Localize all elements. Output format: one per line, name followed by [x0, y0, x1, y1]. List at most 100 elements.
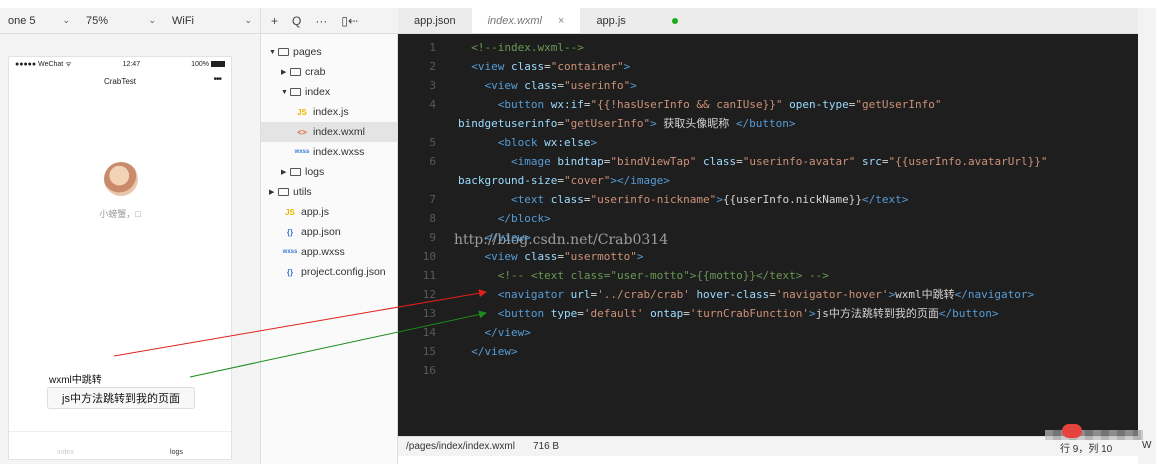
zoom-select-label: 75%: [86, 14, 109, 27]
tree-item[interactable]: wxss app.wxss: [261, 242, 397, 262]
battery-indicator: 100%: [191, 61, 225, 68]
tree-item[interactable]: ▶ logs: [261, 162, 397, 182]
simulator-toolbar: one 5 ⌄ 75% ⌄ WiFi ⌄: [0, 8, 260, 34]
js-jump-button[interactable]: js中方法跳转到我的页面: [47, 387, 195, 409]
tree-item[interactable]: JS index.js: [261, 102, 397, 122]
code-line: 7 <text class="userinfo-nickname">{{user…: [398, 190, 1138, 209]
tree-item-label: crab: [305, 66, 326, 78]
device-select[interactable]: one 5 ⌄: [0, 8, 78, 33]
code-text: <block wx:else>: [458, 136, 598, 149]
tab-logs[interactable]: logs: [170, 449, 183, 456]
caret-right-icon[interactable]: ▶: [281, 68, 290, 76]
caret-right-icon[interactable]: ▶: [281, 168, 290, 176]
tree-item[interactable]: ▶ crab: [261, 62, 397, 82]
phone-status-bar: ●●●●● WeChat ᯤ 12:47 100%: [9, 57, 231, 71]
tree-item[interactable]: ▼ index: [261, 82, 397, 102]
tree-item-label: project.config.json: [301, 266, 386, 278]
wxml-navigator-link[interactable]: wxml中跳转: [49, 371, 102, 386]
tree-item-label: index: [305, 86, 331, 98]
code-text: <!-- <text class="user-motto">{{motto}}<…: [458, 269, 829, 282]
carrier-signal: ●●●●● WeChat ᯤ: [15, 60, 72, 68]
tab-label: index.wxml: [487, 14, 542, 27]
code-text: bindgetuserinfo="getUserInfo"> 获取头像昵称 </…: [458, 117, 796, 130]
user-avatar[interactable]: [104, 162, 138, 196]
collapse-panel-icon[interactable]: ▯⇠: [341, 14, 358, 28]
phone-tab-bar: index logs: [9, 431, 231, 459]
tree-item[interactable]: JS app.js: [261, 202, 397, 222]
caret-right-icon[interactable]: ▶: [269, 188, 278, 196]
user-nickname: 小螃蟹，□: [99, 209, 141, 219]
tree-item[interactable]: wxss index.wxss: [261, 142, 397, 162]
code-line: 13 <button type='default' ontap='turnCra…: [398, 304, 1138, 323]
line-number: 14: [422, 326, 436, 339]
code-text: background-size="cover"></image>: [458, 174, 670, 187]
tree-item-label: pages: [293, 46, 322, 58]
phone-screen: ●●●●● WeChat ᯤ 12:47 100% CrabTest ••• 小…: [8, 56, 232, 460]
code-text: <!--index.wxml-->: [458, 41, 584, 54]
unsaved-dot-icon: [671, 17, 678, 24]
search-icon[interactable]: Q: [292, 14, 301, 28]
line-number: 5: [429, 136, 436, 149]
js-file-icon: JS: [285, 207, 295, 217]
caret-down-icon[interactable]: ▼: [281, 89, 290, 96]
network-select-label: WiFi: [172, 14, 194, 27]
code-text: </view>: [458, 326, 531, 339]
code-text: </view>: [458, 345, 518, 358]
code-line: 3 <view class="userinfo">: [398, 76, 1138, 95]
folder-icon: [290, 168, 301, 176]
line-number: 8: [429, 212, 436, 225]
zoom-select[interactable]: 75% ⌄: [78, 8, 164, 33]
folder-icon: [278, 48, 289, 56]
tree-item[interactable]: {} project.config.json: [261, 262, 397, 282]
tree-item[interactable]: {} app.json: [261, 222, 397, 242]
chevron-down-icon: ⌄: [244, 15, 252, 25]
code-line: 16: [398, 361, 1138, 380]
code-line: 1 <!--index.wxml-->: [398, 38, 1138, 57]
file-size: 716 B: [532, 441, 560, 452]
tab-label: app.js: [596, 14, 626, 27]
code-line: 2 <view class="container">: [398, 57, 1138, 76]
file-tree: ▼ pages ▶ crab ▼ index JS index.js <> index.wxml w…: [260, 34, 398, 464]
line-number: 4: [429, 98, 436, 111]
tab-app-js[interactable]: app.js: [580, 8, 641, 33]
tab-index[interactable]: index: [57, 449, 74, 456]
code-line: 12 <navigator url='../crab/crab' hover-c…: [398, 285, 1138, 304]
code-text: <text class="userinfo-nickname">{{userIn…: [458, 193, 909, 206]
code-line: 4 <button wx:if="{{!hasUserInfo && canIU…: [398, 95, 1138, 114]
tree-item-label: app.js: [301, 206, 330, 218]
code-line: 6 <image bindtap="bindViewTap" class="us…: [398, 152, 1138, 171]
network-select[interactable]: WiFi ⌄: [164, 8, 260, 33]
editor-status-bar: /pages/index/index.wxml 716 B: [398, 436, 1138, 456]
code-line: 15 </view>: [398, 342, 1138, 361]
add-icon[interactable]: +: [271, 14, 278, 28]
tab-label: app.json: [414, 14, 456, 27]
tree-item[interactable]: ▶ utils: [261, 182, 397, 202]
more-icon[interactable]: ···: [315, 14, 327, 28]
tab-index-wxml[interactable]: index.wxml ×: [471, 8, 581, 33]
line-number: 2: [429, 60, 436, 73]
line-number: 1: [429, 41, 436, 54]
tree-item-label: index.wxml: [313, 126, 365, 138]
tree-item-label: utils: [293, 186, 312, 198]
code-editor[interactable]: http://blog.csdn.net/Crab0314 1 <!--inde…: [398, 34, 1138, 436]
tree-item[interactable]: ▼ pages: [261, 42, 397, 62]
chevron-down-icon: ⌄: [148, 15, 156, 25]
line-number: 6: [429, 155, 436, 168]
tree-item-label: index.wxss: [313, 146, 365, 158]
close-icon[interactable]: ×: [558, 15, 564, 27]
code-line: 14 </view>: [398, 323, 1138, 342]
device-select-label: one 5: [8, 14, 36, 27]
code-line: 9 </view>: [398, 228, 1138, 247]
folder-icon: [290, 68, 301, 76]
redacted-dot: [1062, 424, 1082, 438]
wxss-file-icon: wxss: [282, 249, 298, 255]
tree-item[interactable]: <> index.wxml: [261, 122, 397, 142]
file-tree-toolbar: + Q ··· ▯⇠: [260, 8, 398, 34]
code-text: <button wx:if="{{!hasUserInfo && canIUse…: [458, 98, 942, 111]
chevron-down-icon: ⌄: [62, 15, 70, 25]
caret-down-icon[interactable]: ▼: [269, 49, 278, 56]
tree-item-label: logs: [305, 166, 325, 178]
more-icon[interactable]: •••: [213, 74, 221, 85]
tab-app-json[interactable]: app.json: [398, 8, 472, 33]
code-text: <navigator url='../crab/crab' hover-clas…: [458, 288, 1035, 301]
